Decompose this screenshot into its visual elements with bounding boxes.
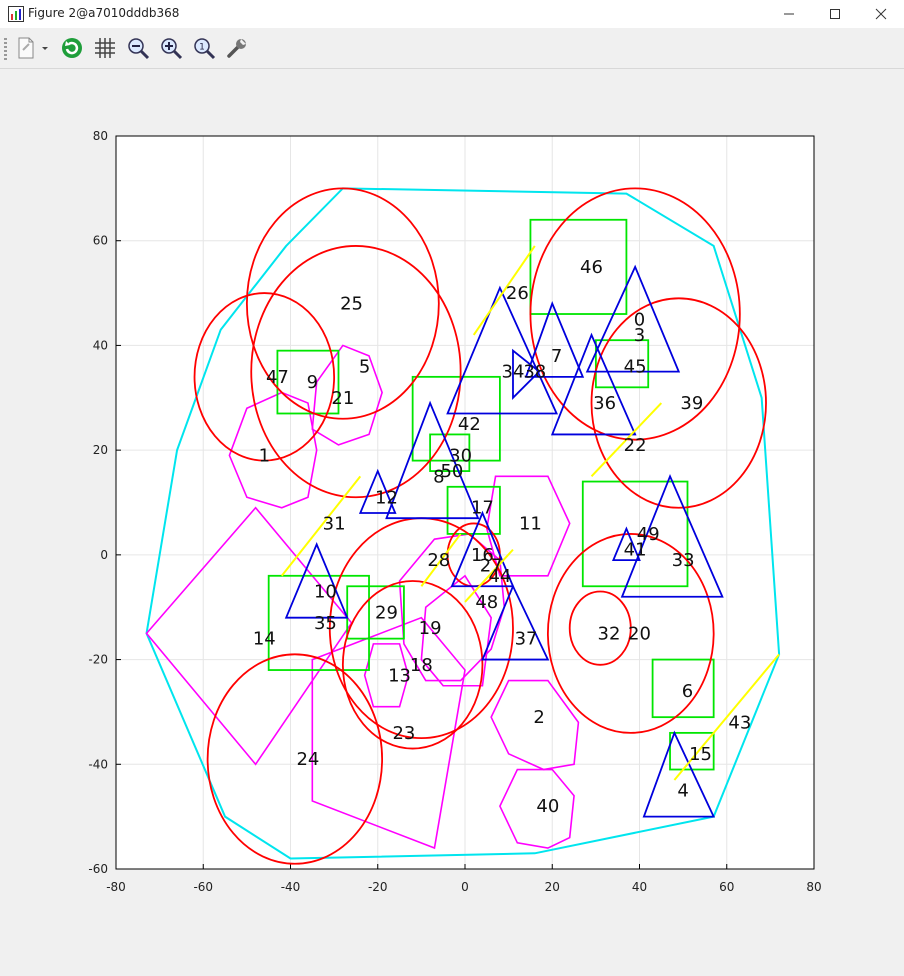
shape-id-label: 23 [392, 723, 415, 744]
refresh-button[interactable] [58, 34, 86, 62]
shape-id-label: 14 [253, 629, 276, 650]
shape-id-label: 33 [672, 550, 695, 571]
shape-id-label: 13 [388, 665, 411, 686]
shape-id-label: 48 [475, 592, 498, 613]
shape-id-label: 2 [533, 707, 544, 728]
shape-id-label: 5 [359, 356, 370, 377]
new-figure-dropdown[interactable] [38, 34, 52, 62]
close-icon [875, 8, 887, 20]
x-tick-label: 20 [545, 880, 560, 894]
x-tick-label: -60 [193, 880, 213, 894]
shape-id-label: 4 [677, 780, 688, 801]
shape-id-label: 28 [427, 550, 450, 571]
shape-id-label: 21 [331, 388, 354, 409]
shape-id-label: 18 [410, 655, 433, 676]
minimize-icon [784, 13, 794, 15]
shape-id-label: 50 [440, 461, 463, 482]
x-tick-label: 80 [806, 880, 821, 894]
zoom-in-button[interactable] [157, 34, 185, 62]
shape-id-label: 47 [266, 367, 289, 388]
grid-icon [95, 38, 115, 58]
shape-id-label: 44 [488, 566, 511, 587]
x-tick-label: -40 [281, 880, 301, 894]
minimize-button[interactable] [766, 0, 812, 28]
shape-id-label: 29 [375, 602, 398, 623]
x-tick-label: -80 [106, 880, 126, 894]
plot-svg[interactable]: -80 -60 -40 -20 0 20 40 60 80806040200-20-40-600… [0, 69, 904, 972]
toolbar: 1 [0, 28, 904, 69]
shape-id-label: 39 [680, 393, 703, 414]
shape-id-label: 19 [419, 618, 442, 639]
svg-text:1: 1 [199, 43, 205, 53]
shape-id-label: 11 [519, 513, 542, 534]
shape-id-label: 37 [515, 629, 538, 650]
window-title: Figure 2@a7010dddb368 [28, 6, 180, 20]
maximize-button[interactable] [812, 0, 858, 28]
wrench-icon [227, 39, 246, 58]
shape-id-label: 49 [637, 524, 660, 545]
y-tick-label: -40 [88, 757, 108, 771]
shape-id-label: 20 [628, 623, 651, 644]
shape-id-label: 40 [536, 796, 559, 817]
shape-id-label: 22 [624, 435, 647, 456]
shape-id-label: 36 [593, 393, 616, 414]
figure-canvas-area: -80 -60 -40 -20 0 20 40 60 80 80 60 40 20 0 -20 -40 -60 0… [0, 69, 904, 972]
x-tick-label: 40 [632, 880, 647, 894]
shape-id-label: 26 [506, 283, 529, 304]
shape-id-label: 42 [458, 414, 481, 435]
shape-id-label: 9 [307, 372, 318, 393]
shape-id-label: 32 [598, 623, 621, 644]
zoom-in-icon [161, 38, 183, 60]
shape-id-label: 3 [634, 325, 645, 346]
zoom-out-icon [128, 38, 150, 60]
y-tick-label: -60 [88, 862, 108, 876]
x-tick-label: -20 [368, 880, 388, 894]
maximize-icon [830, 9, 840, 19]
toolbar-grip[interactable] [4, 38, 7, 60]
document-new-icon [18, 37, 34, 59]
new-figure-button[interactable] [12, 34, 40, 62]
shape-id-label: 6 [682, 681, 693, 702]
x-tick-label: 0 [461, 880, 469, 894]
shape-id-label: 34 [502, 362, 525, 383]
zoom-out-button[interactable] [124, 34, 152, 62]
shape-id-label: 43 [728, 712, 751, 733]
figure-app-icon [8, 6, 24, 22]
shape-id-label: 12 [375, 487, 398, 508]
shape-id-label: 24 [296, 749, 319, 770]
zoom-reset-icon: 1 [194, 38, 216, 60]
window-titlebar: Figure 2@a7010dddb368 [0, 0, 904, 28]
refresh-icon [62, 38, 82, 58]
shape-id-label: 46 [580, 257, 603, 278]
shape-id-label: 45 [624, 356, 647, 377]
shape-id-label: 10 [314, 582, 337, 603]
y-tick-label: 60 [93, 234, 108, 248]
shape-id-label: 17 [471, 498, 494, 519]
shape-id-label: 35 [314, 613, 337, 634]
chevron-down-icon [42, 47, 48, 50]
shape-id-label: 7 [551, 346, 562, 367]
shape-id-label: 31 [323, 513, 346, 534]
shape-id-label: 38 [523, 362, 546, 383]
grid-toggle-button[interactable] [91, 34, 119, 62]
close-button[interactable] [858, 0, 904, 28]
x-tick-label: 60 [719, 880, 734, 894]
shape-id-label: 25 [340, 294, 363, 315]
zoom-reset-button[interactable]: 1 [190, 34, 218, 62]
shape-id-label: 15 [689, 744, 712, 765]
y-tick-label: -20 [88, 653, 108, 667]
y-tick-label: 80 [93, 129, 108, 143]
y-tick-label: 0 [100, 548, 108, 562]
y-tick-label: 40 [93, 338, 108, 352]
shape-id-label: 1 [259, 445, 270, 466]
settings-button[interactable] [223, 34, 251, 62]
y-tick-label: 20 [93, 443, 108, 457]
